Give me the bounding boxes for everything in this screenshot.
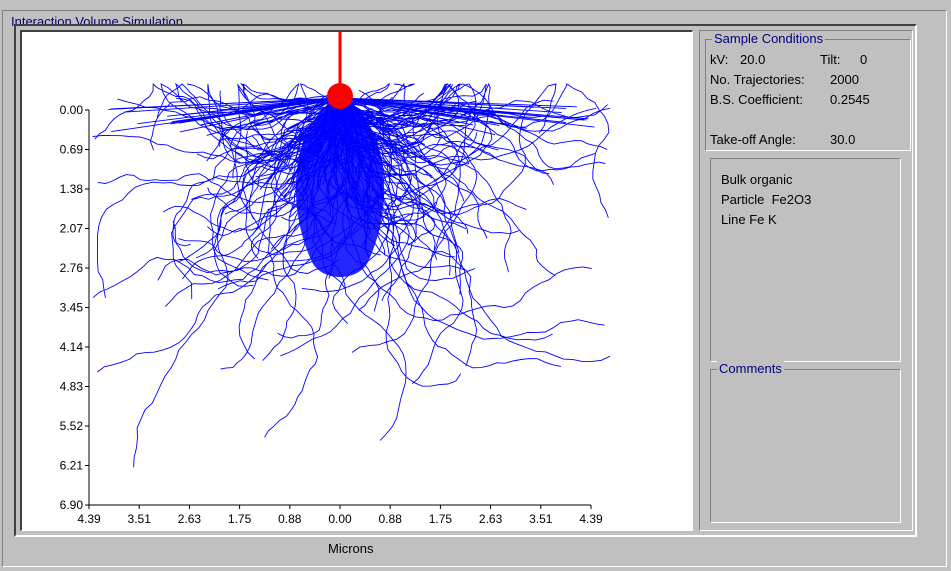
bs-coefficient-label: B.S. Coefficient:	[710, 92, 803, 107]
y-tick-label: 0.69	[60, 143, 84, 157]
y-tick-label: 4.14	[60, 340, 84, 354]
y-tick-label: 0.00	[60, 103, 84, 117]
y-tick-label: 3.45	[60, 301, 84, 315]
x-axis-label: Microns	[328, 541, 374, 556]
tilt-label: Tilt:	[820, 52, 841, 67]
x-tick-label: 3.51	[529, 512, 553, 526]
bs-coefficient-value: 0.2545	[830, 92, 870, 107]
x-tick-label: 4.39	[579, 512, 603, 526]
sample-conditions-group: Sample Conditions kV: 20.0 Tilt: 0 No. T…	[705, 31, 911, 151]
y-tick-label: 6.90	[60, 498, 84, 512]
beam-impact-spot	[327, 83, 353, 109]
x-tick-label: 0.00	[328, 512, 352, 526]
y-tick-label: 6.21	[60, 459, 84, 473]
trajectory-plot-svg: 0.00 0.69 1.38 2.07 2.76 3.45 4.14 4.83 5.52 6.21…	[60, 32, 611, 526]
takeoff-angle-label: Take-off Angle:	[710, 132, 796, 147]
comments-group: Comments	[710, 361, 901, 523]
x-tick-label: 0.88	[379, 512, 403, 526]
x-tick-label: 0.88	[278, 512, 302, 526]
takeoff-angle-value: 30.0	[830, 132, 856, 147]
kv-value: 20.0	[740, 52, 766, 67]
trajectories-label: No. Trajectories:	[710, 72, 805, 87]
materials-line-1: Bulk organic	[721, 172, 793, 187]
x-tick-label: 3.51	[128, 512, 152, 526]
tilt-value: 0	[860, 52, 868, 67]
kv-label: kV:	[710, 52, 729, 67]
electron-trajectories	[92, 82, 611, 468]
x-tick-label: 2.63	[178, 512, 202, 526]
y-tick-label: 2.07	[60, 222, 84, 236]
y-tick-label: 1.38	[60, 182, 84, 196]
x-tick-label: 4.39	[77, 512, 101, 526]
trajectory-plot: 0.00 0.69 1.38 2.07 2.76 3.45 4.14 4.83 5.52 6.21…	[20, 30, 693, 531]
materials-box: Bulk organic Particle Fe2O3 Line Fe K	[710, 158, 901, 362]
x-tick-label: 1.75	[228, 512, 252, 526]
y-tick-label: 4.83	[60, 380, 84, 394]
sample-conditions-title: Sample Conditions	[712, 31, 826, 47]
y-tick-label: 2.76	[60, 261, 84, 275]
x-tick-label: 1.75	[429, 512, 453, 526]
comments-title: Comments	[717, 361, 784, 377]
x-tick-label: 2.63	[479, 512, 503, 526]
materials-line-3: Line Fe K	[721, 212, 777, 227]
side-panel: Sample Conditions kV: 20.0 Tilt: 0 No. T…	[699, 30, 913, 531]
trajectories-value: 2000	[830, 72, 859, 87]
materials-line-2: Particle Fe2O3	[721, 192, 812, 207]
y-tick-label: 5.52	[60, 419, 84, 433]
